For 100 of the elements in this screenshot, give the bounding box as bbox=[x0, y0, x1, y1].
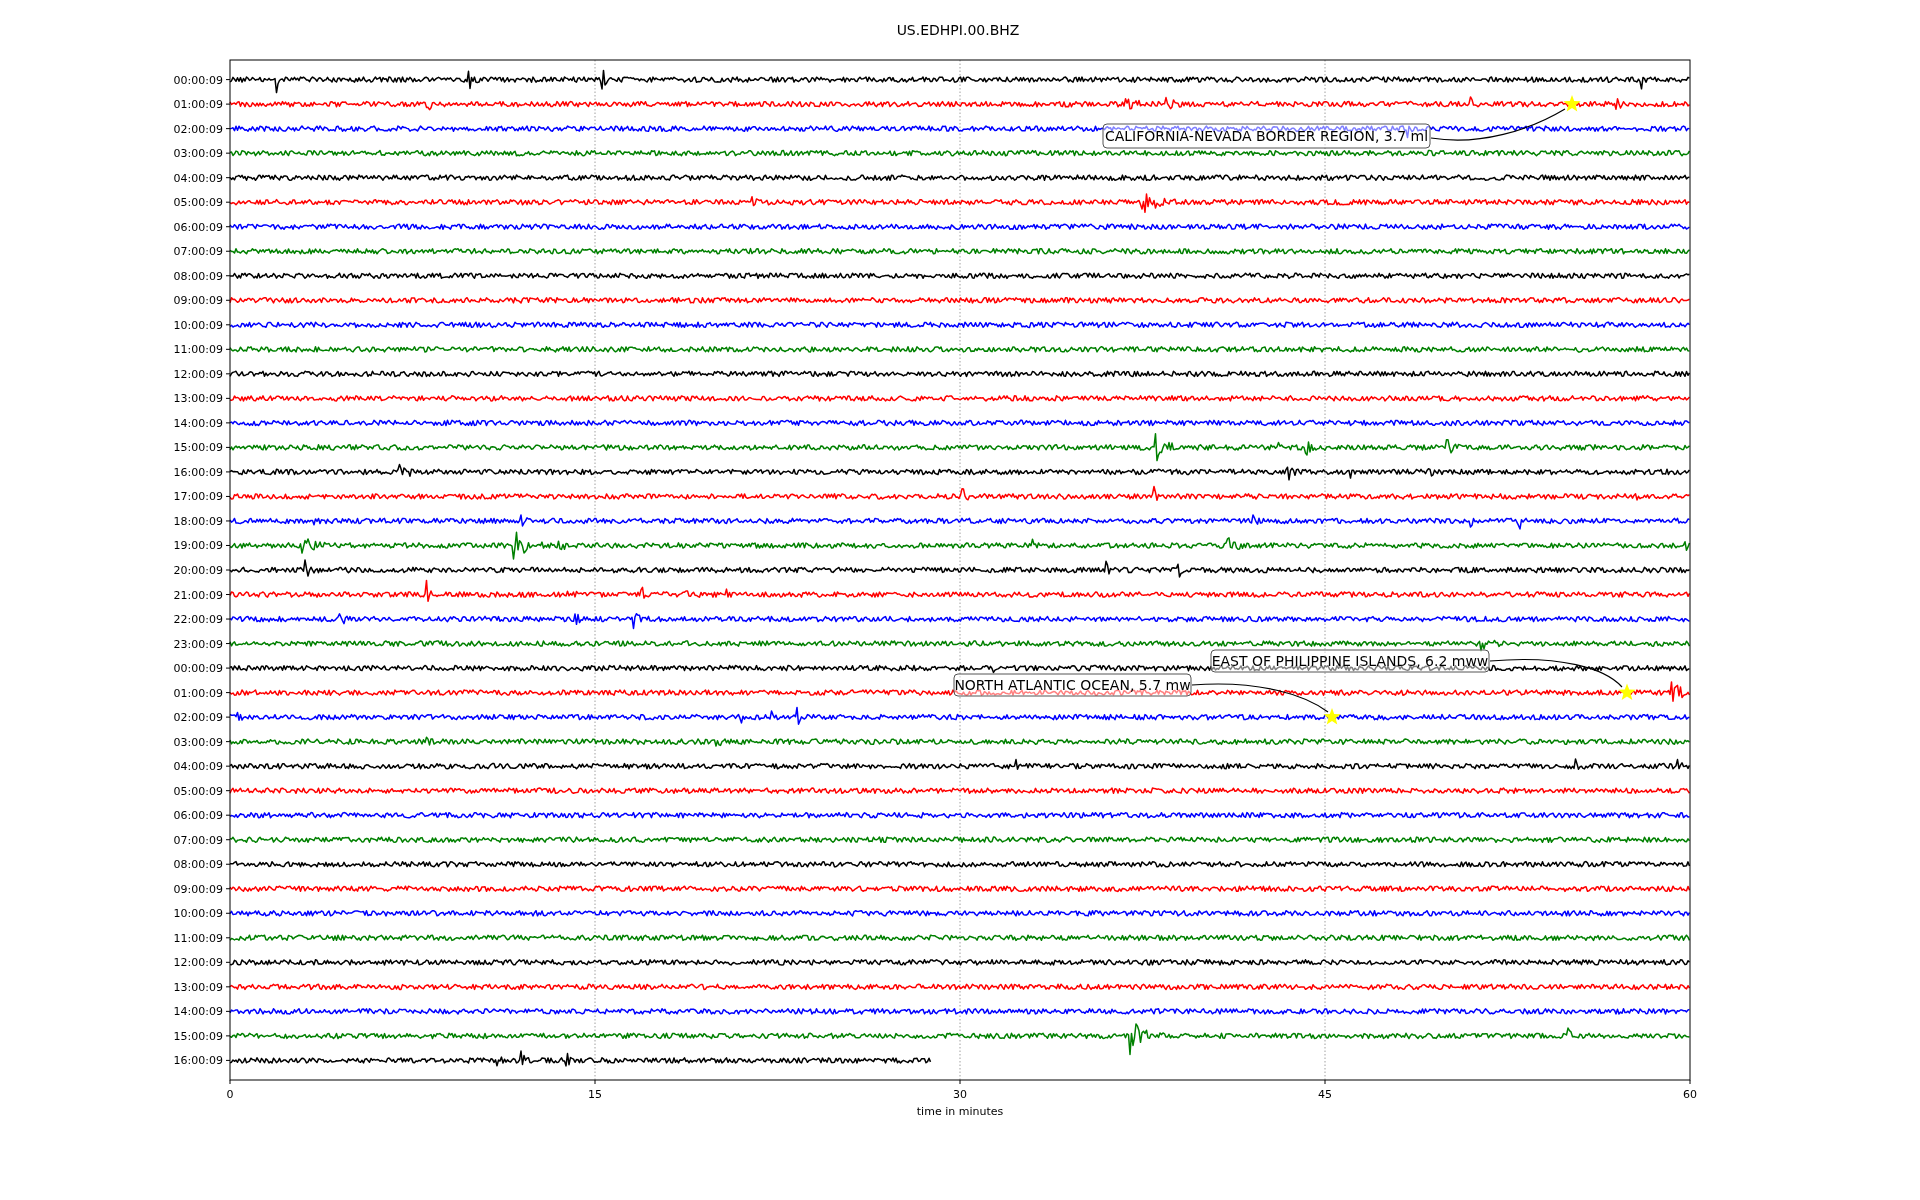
tick-mark bbox=[225, 888, 231, 890]
y-tick-label: 06:00:09 bbox=[173, 220, 223, 234]
tick-mark bbox=[225, 128, 231, 130]
tick-mark bbox=[225, 618, 231, 620]
tick-mark bbox=[225, 373, 231, 375]
x-axis-label: time in minutes bbox=[916, 1105, 1004, 1118]
tick-mark bbox=[225, 79, 231, 81]
tick-mark bbox=[225, 863, 231, 865]
y-tick-label: 19:00:09 bbox=[173, 539, 223, 553]
y-tick-label: 23:00:09 bbox=[173, 637, 223, 651]
tick-mark bbox=[225, 986, 231, 988]
tick-mark bbox=[959, 1079, 961, 1085]
y-tick-label: 04:00:09 bbox=[173, 760, 223, 774]
tick-mark bbox=[225, 348, 231, 350]
y-tick-label: 16:00:09 bbox=[173, 1054, 223, 1068]
x-tick-label: 0 bbox=[226, 1088, 234, 1101]
y-tick-label: 01:00:09 bbox=[173, 686, 223, 700]
tick-mark bbox=[225, 545, 231, 546]
tick-mark bbox=[594, 1079, 596, 1085]
tick-mark bbox=[225, 397, 231, 399]
tick-mark bbox=[225, 275, 231, 277]
plot-title: US.EDHPI.00.BHZ bbox=[896, 22, 1020, 38]
tick-mark bbox=[225, 422, 231, 424]
tick-mark bbox=[225, 471, 231, 473]
y-tick-label: 05:00:09 bbox=[173, 196, 223, 210]
tick-mark bbox=[225, 741, 231, 743]
y-tick-label: 11:00:09 bbox=[173, 931, 223, 945]
tick-mark bbox=[225, 839, 231, 841]
tick-mark bbox=[1324, 1079, 1326, 1085]
x-tick-label: 15 bbox=[588, 1088, 602, 1101]
tick-mark bbox=[229, 1079, 231, 1085]
tick-mark bbox=[225, 1010, 231, 1012]
tick-mark bbox=[225, 299, 231, 301]
tick-mark bbox=[225, 912, 231, 914]
tick-mark bbox=[225, 103, 231, 105]
y-tick-label: 00:00:09 bbox=[173, 73, 223, 87]
star-icon bbox=[1618, 683, 1636, 700]
y-tick-label: 22:00:09 bbox=[173, 613, 223, 627]
y-tick-label: 21:00:09 bbox=[173, 588, 223, 602]
tick-mark bbox=[225, 520, 231, 522]
y-tick-label: 06:00:09 bbox=[173, 809, 223, 823]
tick-mark bbox=[225, 594, 231, 595]
y-tick-label: 01:00:09 bbox=[173, 98, 223, 112]
tick-mark bbox=[1689, 1079, 1691, 1085]
tick-mark bbox=[225, 790, 231, 792]
y-tick-label: 12:00:09 bbox=[173, 367, 223, 381]
y-tick-label: 02:00:09 bbox=[173, 711, 223, 725]
event-label: NORTH ATLANTIC OCEAN, 5.7 mw bbox=[953, 673, 1192, 697]
tick-mark bbox=[225, 1059, 231, 1061]
tick-mark bbox=[225, 495, 231, 497]
tick-mark bbox=[225, 765, 231, 767]
y-tick-label: 13:00:09 bbox=[173, 980, 223, 994]
event-label: CALIFORNIA-NEVADA BORDER REGION, 3.7 ml bbox=[1102, 123, 1431, 149]
tick-mark bbox=[225, 250, 231, 252]
y-tick-label: 10:00:09 bbox=[173, 907, 223, 921]
star-icon bbox=[1323, 708, 1341, 725]
x-tick-label: 45 bbox=[1318, 1088, 1332, 1101]
y-tick-label: 08:00:09 bbox=[173, 269, 223, 283]
y-tick-label: 07:00:09 bbox=[173, 245, 223, 259]
tick-mark bbox=[225, 692, 231, 694]
y-tick-label: 11:00:09 bbox=[173, 343, 223, 357]
y-tick-label: 00:00:09 bbox=[173, 662, 223, 676]
x-tick-label: 60 bbox=[1683, 1088, 1697, 1101]
y-tick-label: 12:00:09 bbox=[173, 956, 223, 970]
y-tick-label: 18:00:09 bbox=[173, 514, 223, 528]
y-tick-label: 13:00:09 bbox=[173, 392, 223, 406]
y-tick-label: 03:00:09 bbox=[173, 735, 223, 749]
tick-mark bbox=[225, 569, 231, 571]
star-icon bbox=[1563, 95, 1581, 112]
tick-mark bbox=[225, 716, 231, 718]
y-tick-label: 09:00:09 bbox=[173, 294, 223, 308]
y-tick-label: 08:00:09 bbox=[173, 858, 223, 872]
y-tick-label: 15:00:09 bbox=[173, 441, 223, 455]
tick-mark bbox=[225, 324, 231, 326]
tick-mark bbox=[225, 643, 231, 645]
tick-mark bbox=[225, 177, 231, 179]
tick-mark bbox=[225, 667, 231, 669]
tick-mark bbox=[225, 1035, 231, 1037]
tick-mark bbox=[225, 814, 231, 816]
y-tick-label: 14:00:09 bbox=[173, 416, 223, 430]
y-tick-label: 02:00:09 bbox=[173, 122, 223, 136]
y-tick-label: 20:00:09 bbox=[173, 564, 223, 577]
y-tick-label: 10:00:09 bbox=[173, 318, 223, 332]
tick-mark bbox=[225, 201, 231, 203]
y-tick-label: 05:00:09 bbox=[173, 784, 223, 798]
tick-mark bbox=[225, 937, 231, 939]
tick-mark bbox=[225, 226, 231, 228]
event-label: EAST OF PHILIPPINE ISLANDS, 6.2 mww bbox=[1210, 649, 1490, 673]
y-tick-label: 09:00:09 bbox=[173, 882, 223, 896]
y-tick-label: 14:00:09 bbox=[173, 1005, 223, 1019]
y-tick-label: 07:00:09 bbox=[173, 833, 223, 847]
y-tick-label: 04:00:09 bbox=[173, 171, 223, 185]
tick-mark bbox=[225, 961, 231, 963]
y-tick-label: 15:00:09 bbox=[173, 1029, 223, 1043]
x-tick-label: 30 bbox=[953, 1088, 967, 1101]
tick-mark bbox=[225, 446, 231, 448]
y-tick-label: 17:00:09 bbox=[173, 490, 223, 504]
y-tick-label: 16:00:09 bbox=[173, 465, 223, 479]
y-tick-label: 03:00:09 bbox=[173, 147, 223, 161]
tick-mark bbox=[225, 152, 231, 154]
